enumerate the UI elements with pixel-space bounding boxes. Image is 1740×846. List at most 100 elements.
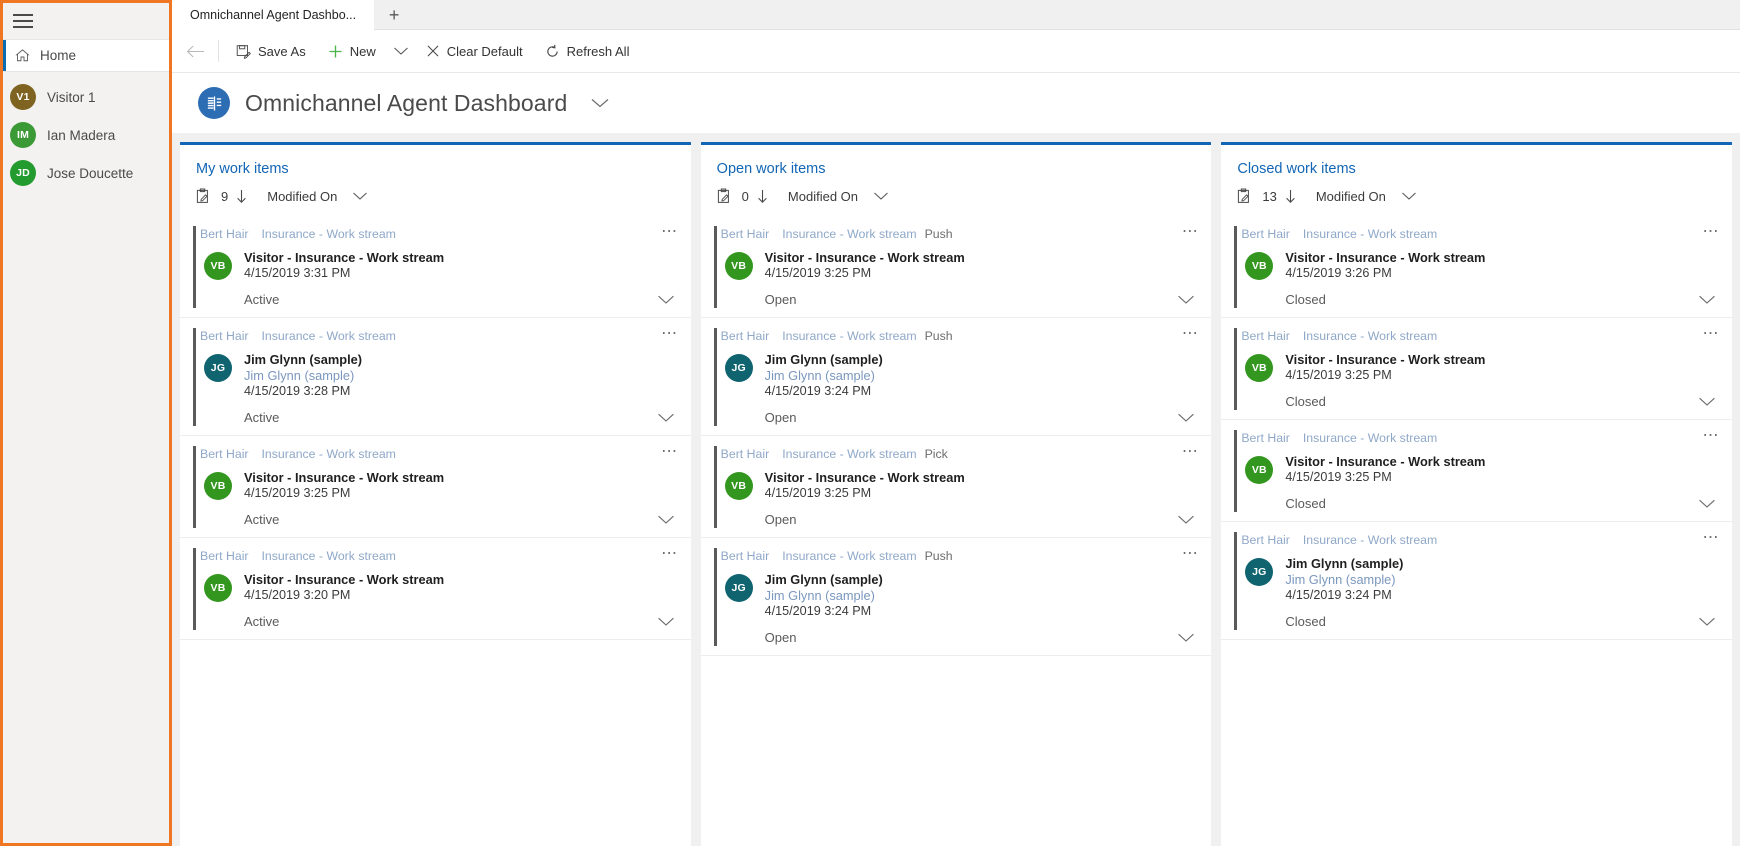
card-owner[interactable]: Bert Hair bbox=[200, 227, 249, 241]
sort-chevron-down-icon[interactable] bbox=[1401, 191, 1417, 201]
card-owner[interactable]: Bert Hair bbox=[1241, 329, 1290, 343]
work-item-card[interactable]: ⋯ Bert Hair Insurance - Work stream VB V… bbox=[1221, 318, 1733, 420]
work-item-card[interactable]: ⋯ Bert Hair Insurance - Work stream Push… bbox=[700, 538, 1212, 656]
card-workstream[interactable]: Insurance - Work stream bbox=[262, 447, 396, 461]
card-header: Bert Hair Insurance - Work stream bbox=[1241, 431, 1718, 445]
card-body: VB Visitor - Insurance - Work stream 4/1… bbox=[200, 250, 677, 280]
card-overflow-menu-icon[interactable]: ⋯ bbox=[661, 546, 679, 562]
sidebar-item-ian-madera[interactable]: IM Ian Madera bbox=[3, 120, 169, 150]
sort-chevron-down-icon[interactable] bbox=[352, 191, 368, 201]
card-workstream[interactable]: Insurance - Work stream bbox=[1303, 329, 1437, 343]
sidebar-item-jose-doucette[interactable]: JD Jose Doucette bbox=[3, 158, 169, 188]
sidebar-item-visitor-1[interactable]: V1 Visitor 1 bbox=[3, 82, 169, 112]
clear-default-button[interactable]: Clear Default bbox=[415, 34, 534, 68]
card-workstream[interactable]: Insurance - Work stream bbox=[262, 549, 396, 563]
save-as-button[interactable]: Save As bbox=[225, 34, 317, 68]
card-expand-chevron-down-icon[interactable] bbox=[1698, 294, 1718, 305]
card-primary-text: Jim Glynn (sample) bbox=[764, 572, 883, 587]
column-card-list[interactable]: ⋯ Bert Hair Insurance - Work stream Push… bbox=[700, 216, 1212, 846]
card-expand-chevron-down-icon[interactable] bbox=[657, 294, 677, 305]
card-workstream[interactable]: Insurance - Work stream bbox=[782, 447, 916, 461]
work-item-card[interactable]: ⋯ Bert Hair Insurance - Work stream VB V… bbox=[1221, 420, 1733, 522]
card-overflow-menu-icon[interactable]: ⋯ bbox=[1703, 428, 1721, 444]
refresh-all-button[interactable]: Refresh All bbox=[534, 34, 641, 68]
card-owner[interactable]: Bert Hair bbox=[721, 227, 770, 241]
card-workstream[interactable]: Insurance - Work stream bbox=[1303, 227, 1437, 241]
card-overflow-menu-icon[interactable]: ⋯ bbox=[661, 224, 679, 240]
card-overflow-menu-icon[interactable]: ⋯ bbox=[661, 326, 679, 342]
sidebar-item-home[interactable]: Home bbox=[3, 39, 169, 72]
work-item-card[interactable]: ⋯ Bert Hair Insurance - Work stream JG J… bbox=[180, 318, 691, 436]
column-sort-label[interactable]: Modified On bbox=[788, 189, 858, 204]
card-expand-chevron-down-icon[interactable] bbox=[1177, 632, 1197, 643]
card-expand-chevron-down-icon[interactable] bbox=[1698, 498, 1718, 509]
card-overflow-menu-icon[interactable]: ⋯ bbox=[1182, 326, 1200, 342]
card-overflow-menu-icon[interactable]: ⋯ bbox=[1182, 546, 1200, 562]
new-tab-button[interactable]: + bbox=[374, 0, 414, 30]
hamburger-icon[interactable] bbox=[13, 14, 33, 28]
card-overflow-menu-icon[interactable]: ⋯ bbox=[1703, 530, 1721, 546]
card-owner[interactable]: Bert Hair bbox=[200, 447, 249, 461]
work-item-card[interactable]: ⋯ Bert Hair Insurance - Work stream JG J… bbox=[1221, 522, 1733, 640]
card-owner[interactable]: Bert Hair bbox=[1241, 431, 1290, 445]
column-sort-label[interactable]: Modified On bbox=[267, 189, 337, 204]
sort-descending-icon[interactable] bbox=[1284, 189, 1297, 204]
card-secondary-text[interactable]: Jim Glynn (sample) bbox=[244, 368, 362, 383]
card-overflow-menu-icon[interactable]: ⋯ bbox=[1182, 444, 1200, 460]
avatar: VB bbox=[204, 252, 232, 280]
card-owner[interactable]: Bert Hair bbox=[721, 549, 770, 563]
work-item-card[interactable]: ⋯ Bert Hair Insurance - Work stream VB V… bbox=[1221, 216, 1733, 318]
card-expand-chevron-down-icon[interactable] bbox=[657, 616, 677, 627]
card-owner[interactable]: Bert Hair bbox=[1241, 533, 1290, 547]
sort-descending-icon[interactable] bbox=[235, 189, 248, 204]
card-secondary-text[interactable]: Jim Glynn (sample) bbox=[765, 368, 883, 383]
card-owner[interactable]: Bert Hair bbox=[721, 447, 770, 461]
sort-descending-icon[interactable] bbox=[756, 189, 769, 204]
column-card-list[interactable]: ⋯ Bert Hair Insurance - Work stream VB V… bbox=[1221, 216, 1733, 846]
work-item-card[interactable]: ⋯ Bert Hair Insurance - Work stream VB V… bbox=[180, 216, 691, 318]
tab-omnichannel-agent-dashboard[interactable]: Omnichannel Agent Dashbo... bbox=[172, 0, 375, 30]
card-overflow-menu-icon[interactable]: ⋯ bbox=[1182, 224, 1200, 240]
new-button[interactable]: New bbox=[317, 34, 387, 68]
work-item-card[interactable]: ⋯ Bert Hair Insurance - Work stream VB V… bbox=[180, 436, 691, 538]
card-expand-chevron-down-icon[interactable] bbox=[1177, 514, 1197, 525]
card-workstream[interactable]: Insurance - Work stream bbox=[782, 329, 916, 343]
card-expand-chevron-down-icon[interactable] bbox=[657, 412, 677, 423]
sort-chevron-down-icon[interactable] bbox=[873, 191, 889, 201]
card-owner[interactable]: Bert Hair bbox=[200, 549, 249, 563]
card-overflow-menu-icon[interactable]: ⋯ bbox=[1703, 224, 1721, 240]
column-title[interactable]: Closed work items bbox=[1237, 161, 1716, 177]
card-workstream[interactable]: Insurance - Work stream bbox=[1303, 431, 1437, 445]
back-button[interactable] bbox=[178, 34, 212, 68]
work-item-card[interactable]: ⋯ Bert Hair Insurance - Work stream Push… bbox=[700, 318, 1212, 436]
card-header: Bert Hair Insurance - Work stream bbox=[200, 447, 677, 461]
card-workstream[interactable]: Insurance - Work stream bbox=[262, 227, 396, 241]
card-secondary-text[interactable]: Jim Glynn (sample) bbox=[1285, 572, 1403, 587]
column-title[interactable]: Open work items bbox=[717, 161, 1196, 177]
card-expand-chevron-down-icon[interactable] bbox=[1177, 294, 1197, 305]
work-item-card[interactable]: ⋯ Bert Hair Insurance - Work stream VB V… bbox=[180, 538, 691, 640]
card-expand-chevron-down-icon[interactable] bbox=[1698, 396, 1718, 407]
card-workstream[interactable]: Insurance - Work stream bbox=[1303, 533, 1437, 547]
card-expand-chevron-down-icon[interactable] bbox=[657, 514, 677, 525]
card-workstream[interactable]: Insurance - Work stream bbox=[782, 227, 916, 241]
card-owner[interactable]: Bert Hair bbox=[721, 329, 770, 343]
work-item-card[interactable]: ⋯ Bert Hair Insurance - Work stream Pick… bbox=[700, 436, 1212, 538]
work-item-card[interactable]: ⋯ Bert Hair Insurance - Work stream Push… bbox=[700, 216, 1212, 318]
new-dropdown-chevron-down-icon[interactable] bbox=[387, 34, 415, 68]
card-overflow-menu-icon[interactable]: ⋯ bbox=[1703, 326, 1721, 342]
page-title-chevron-down-icon[interactable] bbox=[590, 97, 610, 109]
column-title[interactable]: My work items bbox=[196, 161, 675, 177]
card-owner[interactable]: Bert Hair bbox=[200, 329, 249, 343]
card-expand-chevron-down-icon[interactable] bbox=[1177, 412, 1197, 423]
card-expand-chevron-down-icon[interactable] bbox=[1698, 616, 1718, 627]
card-footer: Closed bbox=[1241, 496, 1718, 511]
column-card-list[interactable]: ⋯ Bert Hair Insurance - Work stream VB V… bbox=[180, 216, 691, 846]
card-workstream[interactable]: Insurance - Work stream bbox=[262, 329, 396, 343]
column-sort-label[interactable]: Modified On bbox=[1316, 189, 1386, 204]
card-owner[interactable]: Bert Hair bbox=[1241, 227, 1290, 241]
column-open-work-items: Open work items 0 Modified On ⋯ Bert Hai… bbox=[700, 142, 1212, 846]
card-secondary-text[interactable]: Jim Glynn (sample) bbox=[765, 588, 883, 603]
card-workstream[interactable]: Insurance - Work stream bbox=[782, 549, 916, 563]
card-overflow-menu-icon[interactable]: ⋯ bbox=[661, 444, 679, 460]
